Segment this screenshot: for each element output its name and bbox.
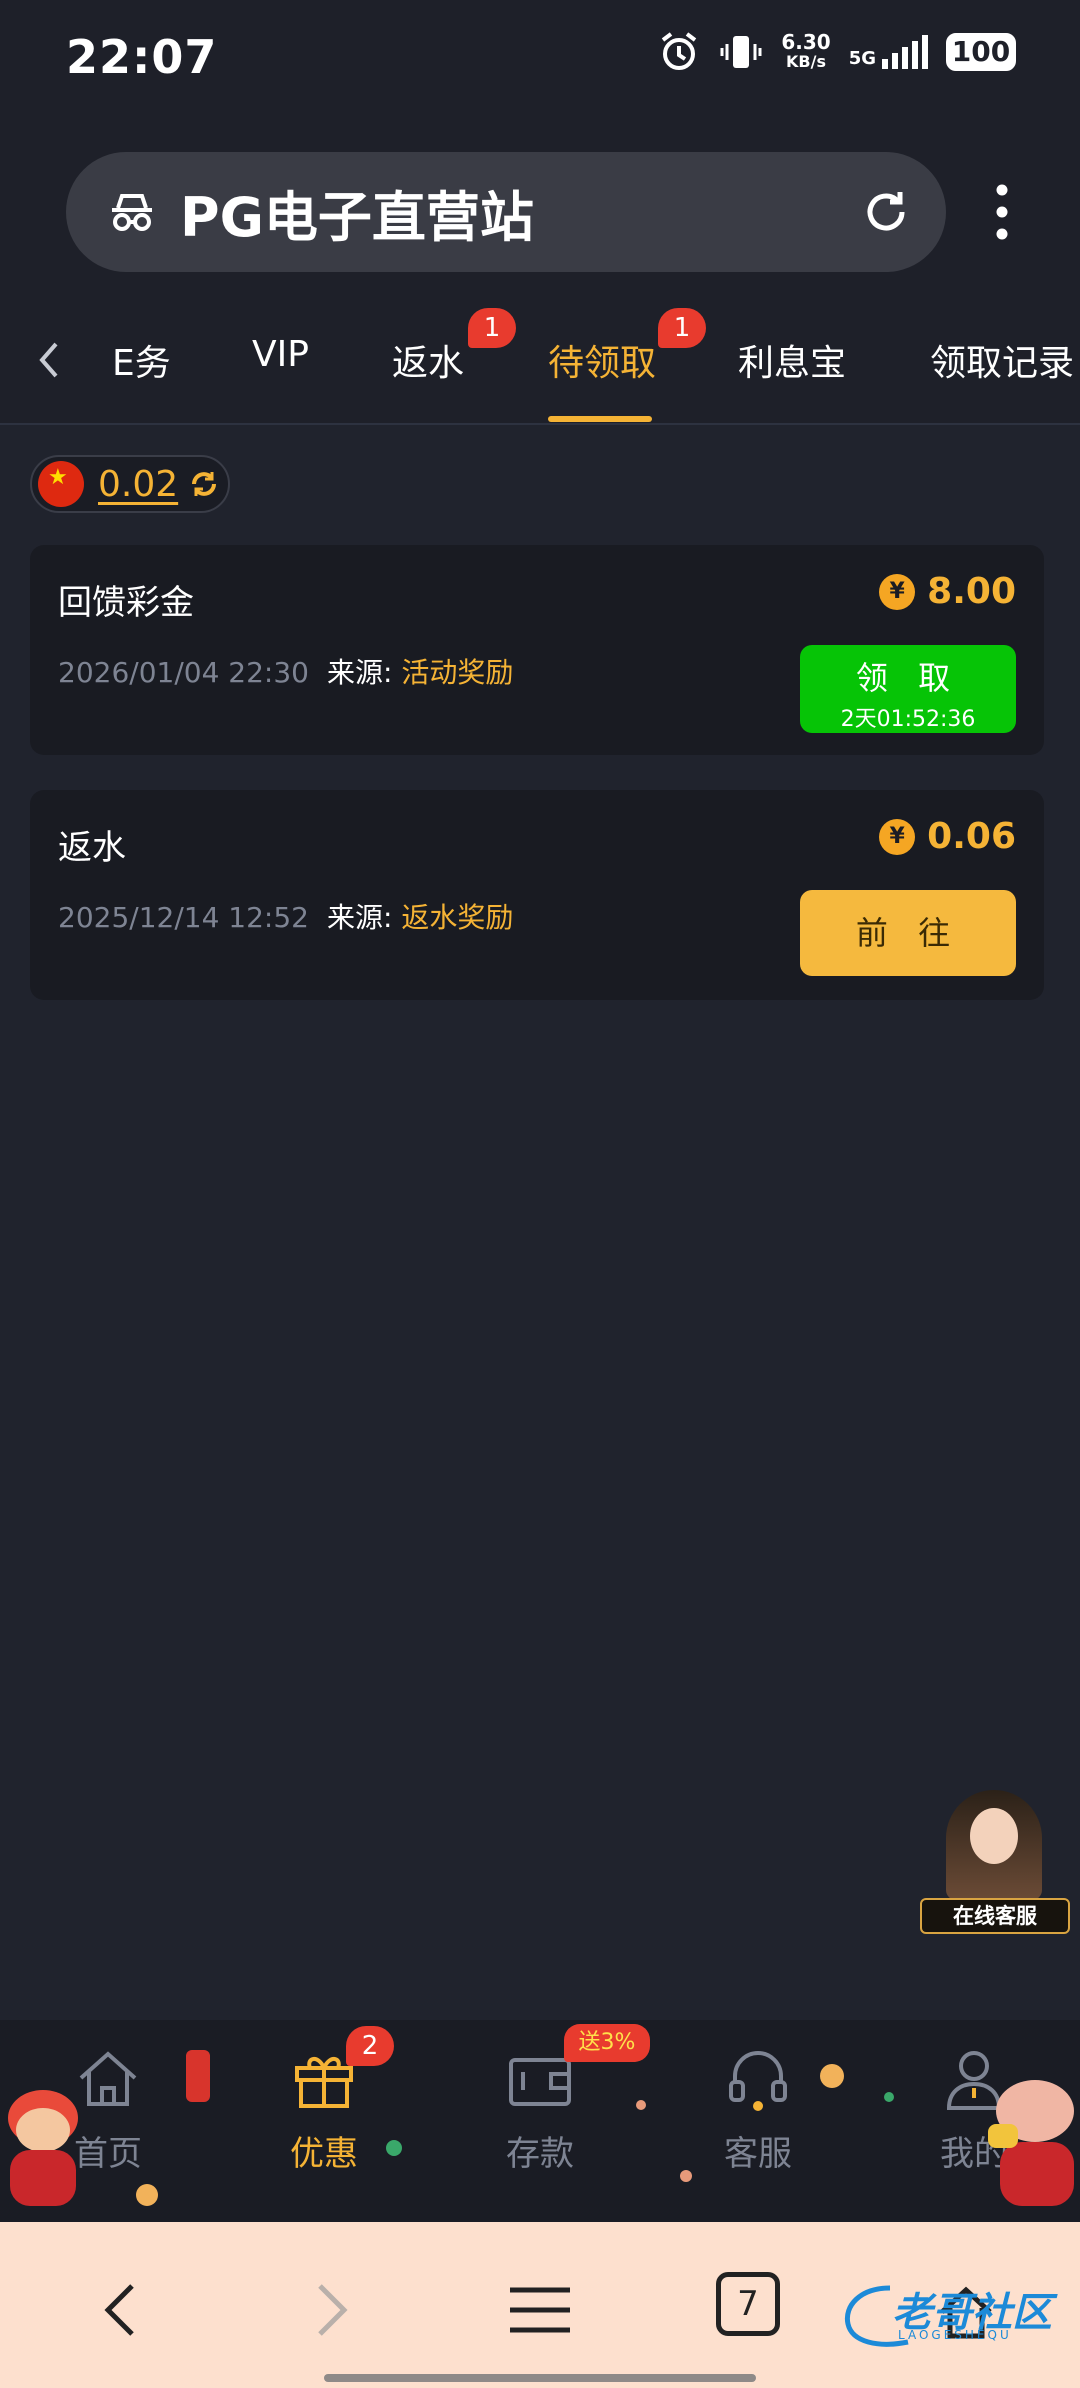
- china-flag-icon: ★: [38, 461, 84, 507]
- back-icon[interactable]: [82, 2270, 162, 2350]
- reload-icon[interactable]: [856, 182, 916, 242]
- reward-date: 2025/12/14 12:52: [58, 901, 309, 934]
- more-options-icon[interactable]: [988, 182, 1016, 242]
- headset-icon: [729, 2051, 787, 2111]
- balance-value: 0.02: [98, 463, 179, 505]
- coin-icon: ¥: [879, 818, 916, 855]
- vibrate-icon: [720, 36, 762, 68]
- status-time: 22:07: [66, 30, 218, 84]
- watermark-subtext: LAOGESHEQU: [898, 2328, 1012, 2342]
- nav-support-label: 客服: [724, 2134, 792, 2174]
- speed-value: 6.30: [781, 30, 831, 54]
- refresh-icon[interactable]: [188, 468, 220, 500]
- chevron-left-icon[interactable]: [28, 330, 68, 390]
- source-label: 来源:: [326, 656, 393, 689]
- reward-title: 返水: [58, 828, 126, 868]
- bottom-navigation: 首页 优惠 2 存款 送3% 客服 我的: [0, 2020, 1080, 2222]
- reward-title: 回馈彩金: [58, 583, 194, 623]
- source-value: 活动奖励: [401, 656, 514, 689]
- reward-amount: ¥ 0.06: [879, 816, 1016, 857]
- tab-vip[interactable]: VIP: [252, 334, 309, 375]
- category-tabs: E务 VIP 返水 1 待领取 1 利息宝 领取记录: [0, 290, 1080, 425]
- source-value: 返水奖励: [401, 901, 514, 934]
- tab-rebate[interactable]: 返水: [392, 334, 464, 386]
- go-button[interactable]: 前 往: [800, 890, 1016, 976]
- reward-meta: 2025/12/14 12:52 来源: 返水奖励: [58, 896, 513, 936]
- balance-chip: ★ 0.02: [30, 455, 230, 513]
- site-title: PG电子直营站: [180, 185, 534, 249]
- tab-pending-badge: 1: [658, 308, 706, 348]
- watermark-logo: 老哥社区 LAOGESHEQU: [840, 2280, 1070, 2350]
- online-service-label: 在线客服: [920, 1898, 1070, 1934]
- alarm-icon: [662, 32, 697, 70]
- firecracker-icon: [186, 2050, 210, 2102]
- coin-icon: ¥: [879, 573, 916, 610]
- claim-label: 领 取: [855, 659, 961, 697]
- online-service-widget[interactable]: 在线客服: [920, 1790, 1070, 1940]
- reward-amount: ¥ 8.00: [879, 571, 1016, 612]
- nav-deposit[interactable]: 存款: [470, 2044, 610, 2175]
- signal-icon: 5G: [849, 35, 928, 69]
- decoration-dot: [636, 2100, 646, 2110]
- speed-unit: KB/s: [786, 52, 826, 71]
- tab-switcher-button[interactable]: 7: [716, 2272, 780, 2336]
- address-bar[interactable]: PG电子直营站: [66, 152, 946, 272]
- deposit-promo-badge: 送3%: [564, 2024, 650, 2062]
- reward-card: 回馈彩金 2026/01/04 22:30 来源: 活动奖励 ¥ 8.00 领 取…: [30, 545, 1044, 755]
- decoration-dot: [884, 2092, 894, 2102]
- decoration-dot: [680, 2170, 692, 2182]
- claim-countdown: 2天01:52:36: [840, 707, 976, 732]
- tab-pending[interactable]: 待领取: [548, 334, 656, 386]
- lion-dance-mascot-icon: [0, 2090, 86, 2210]
- tab-tasks[interactable]: E务: [112, 334, 171, 386]
- claim-button[interactable]: 领 取 2天01:52:36: [800, 645, 1016, 733]
- active-tab-indicator: [548, 416, 652, 422]
- status-bar: 22:07 6.30 KB/s 5G 100: [0, 0, 1080, 120]
- tab-interest[interactable]: 利息宝: [738, 334, 846, 386]
- reward-meta: 2026/01/04 22:30 来源: 活动奖励: [58, 651, 513, 691]
- horse-mascot-icon: [988, 2080, 1080, 2210]
- amount-value: 8.00: [927, 571, 1016, 612]
- source-label: 来源:: [326, 901, 393, 934]
- nav-promotions-label: 优惠: [290, 2134, 358, 2174]
- status-icons: 6.30 KB/s 5G 100: [657, 30, 1016, 74]
- battery-icon: 100: [946, 33, 1016, 71]
- browser-navigation-bar: 7 老哥社区 LAOGESHEQU: [0, 2222, 1080, 2388]
- decoration-dot: [386, 2140, 402, 2156]
- tab-claim-records[interactable]: 领取记录: [930, 334, 1074, 386]
- menu-icon[interactable]: [500, 2270, 580, 2350]
- service-agent-avatar: [946, 1790, 1042, 1900]
- incognito-icon: [112, 194, 152, 231]
- network-speed: 6.30 KB/s: [781, 32, 830, 72]
- forward-icon[interactable]: [290, 2270, 370, 2350]
- browser-toolbar: PG电子直营站: [0, 120, 1080, 290]
- promotions-badge: 2: [346, 2026, 394, 2066]
- flower-decoration: [136, 2184, 158, 2206]
- gesture-bar[interactable]: [324, 2374, 756, 2382]
- nav-deposit-label: 存款: [506, 2134, 574, 2174]
- flower-decoration: [820, 2064, 844, 2088]
- reward-card: 返水 2025/12/14 12:52 来源: 返水奖励 ¥ 0.06 前 往: [30, 790, 1044, 1000]
- reward-date: 2026/01/04 22:30: [58, 656, 309, 689]
- nav-support[interactable]: 客服: [688, 2044, 828, 2175]
- tab-rebate-badge: 1: [468, 308, 516, 348]
- amount-value: 0.06: [927, 816, 1016, 857]
- network-type: 5G: [848, 48, 876, 69]
